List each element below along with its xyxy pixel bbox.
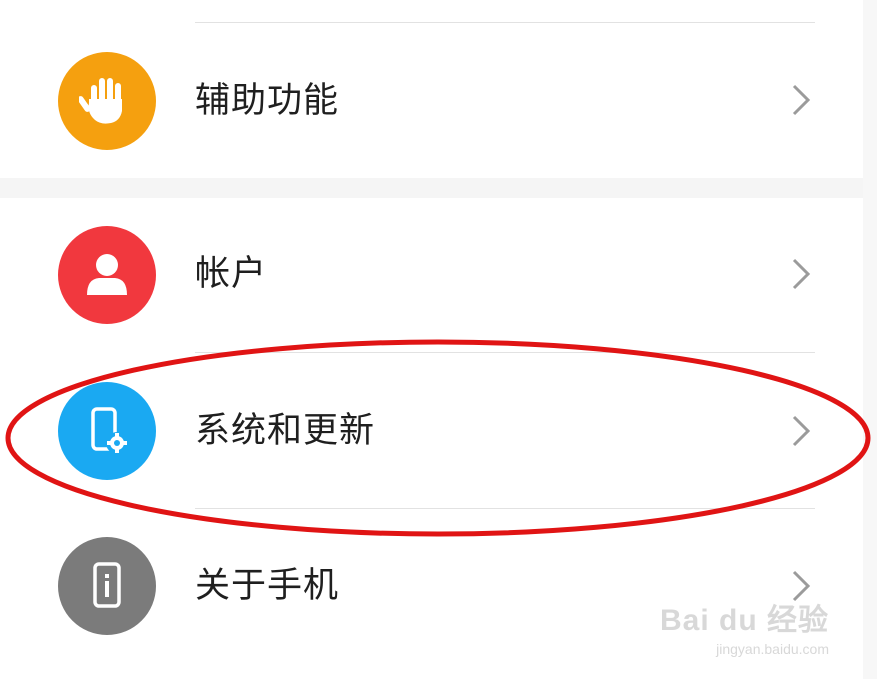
phone-settings-icon (58, 382, 156, 480)
person-icon (58, 226, 156, 324)
top-divider (195, 22, 815, 23)
settings-item-label: 辅助功能 (195, 81, 340, 121)
hand-icon (58, 52, 156, 150)
section-separator (0, 178, 863, 198)
settings-item-accessibility[interactable]: 辅助功能 (0, 25, 863, 175)
settings-item-label: 帐户 (195, 254, 268, 294)
chevron-right-icon (792, 258, 811, 290)
settings-item-system-update[interactable]: 系统和更新 (0, 355, 863, 505)
watermark: Bai du 经验 jingyan.baidu.com (660, 595, 829, 657)
chevron-right-icon (792, 415, 811, 447)
scrollbar[interactable] (863, 0, 877, 679)
row-divider (195, 352, 815, 353)
row-divider (195, 508, 815, 509)
settings-item-label: 系统和更新 (195, 411, 376, 451)
settings-item-label: 关于手机 (195, 566, 340, 606)
watermark-url: jingyan.baidu.com (716, 641, 829, 657)
phone-info-icon (58, 537, 156, 635)
chevron-right-icon (792, 84, 811, 116)
settings-item-account[interactable]: 帐户 (0, 198, 863, 348)
watermark-brand: Bai du 经验 (659, 604, 829, 637)
